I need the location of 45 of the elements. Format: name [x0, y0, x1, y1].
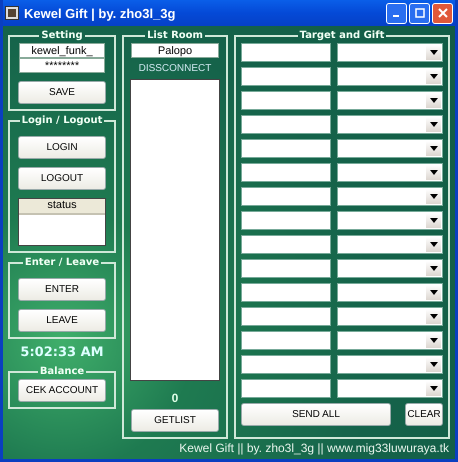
- password-field[interactable]: ********: [19, 58, 105, 73]
- panel-title: Target and Gift: [298, 30, 386, 41]
- action-button[interactable]: LEAVE: [18, 309, 106, 332]
- maximize-icon[interactable]: [414, 8, 424, 18]
- target-field[interactable]: [241, 187, 331, 206]
- action-button[interactable]: LOGIN: [18, 136, 106, 159]
- target-field[interactable]: [241, 163, 331, 182]
- close-icon[interactable]: [438, 8, 448, 18]
- target-field[interactable]: [241, 379, 331, 398]
- target-field[interactable]: [241, 139, 331, 158]
- maximize-button[interactable]: [409, 2, 430, 24]
- room-field[interactable]: Palopo: [131, 43, 219, 58]
- panel-title: Setting: [40, 30, 84, 41]
- target-field[interactable]: [241, 115, 331, 134]
- room-count: 0: [172, 391, 178, 405]
- panel-title: Login / Logout: [20, 115, 104, 126]
- close-button[interactable]: [432, 2, 453, 24]
- target-field[interactable]: [241, 211, 331, 230]
- panel-title: Balance: [38, 366, 86, 377]
- clock-text: 5:02:33 AM: [19, 345, 105, 360]
- target-field[interactable]: [241, 355, 331, 374]
- target-field[interactable]: [241, 235, 331, 254]
- target-field[interactable]: [241, 43, 331, 62]
- getlist-button[interactable]: GETLIST: [131, 409, 219, 432]
- target-field[interactable]: [241, 259, 331, 278]
- action-button[interactable]: ENTER: [18, 278, 106, 301]
- app-icon: [5, 6, 19, 20]
- connection-status: DISSCONNECT: [138, 63, 212, 74]
- save-button[interactable]: SAVE: [18, 81, 106, 104]
- username-field[interactable]: kewel_funk_: [19, 43, 105, 58]
- target-field[interactable]: [241, 283, 331, 302]
- check-account-button[interactable]: CEK ACCOUNT: [18, 379, 106, 402]
- panel-title: Enter / Leave: [24, 257, 100, 268]
- target-field[interactable]: [241, 331, 331, 350]
- target-field[interactable]: [241, 91, 331, 110]
- column-header: status: [19, 199, 105, 215]
- clear-button[interactable]: CLEAR: [405, 403, 443, 426]
- window-title: Kewel Gift | by. zho3l_3g: [24, 6, 176, 20]
- footer-text: Kewel Gift || by. zho3l_3g || www.mig33luwuraya.tk: [178, 441, 450, 457]
- minimize-button[interactable]: [386, 2, 407, 24]
- target-field[interactable]: [241, 67, 331, 86]
- panel-title: List Room: [146, 30, 204, 41]
- send-all-button[interactable]: SEND ALL: [241, 403, 391, 426]
- action-button[interactable]: LOGOUT: [18, 167, 106, 190]
- target-field[interactable]: [241, 307, 331, 326]
